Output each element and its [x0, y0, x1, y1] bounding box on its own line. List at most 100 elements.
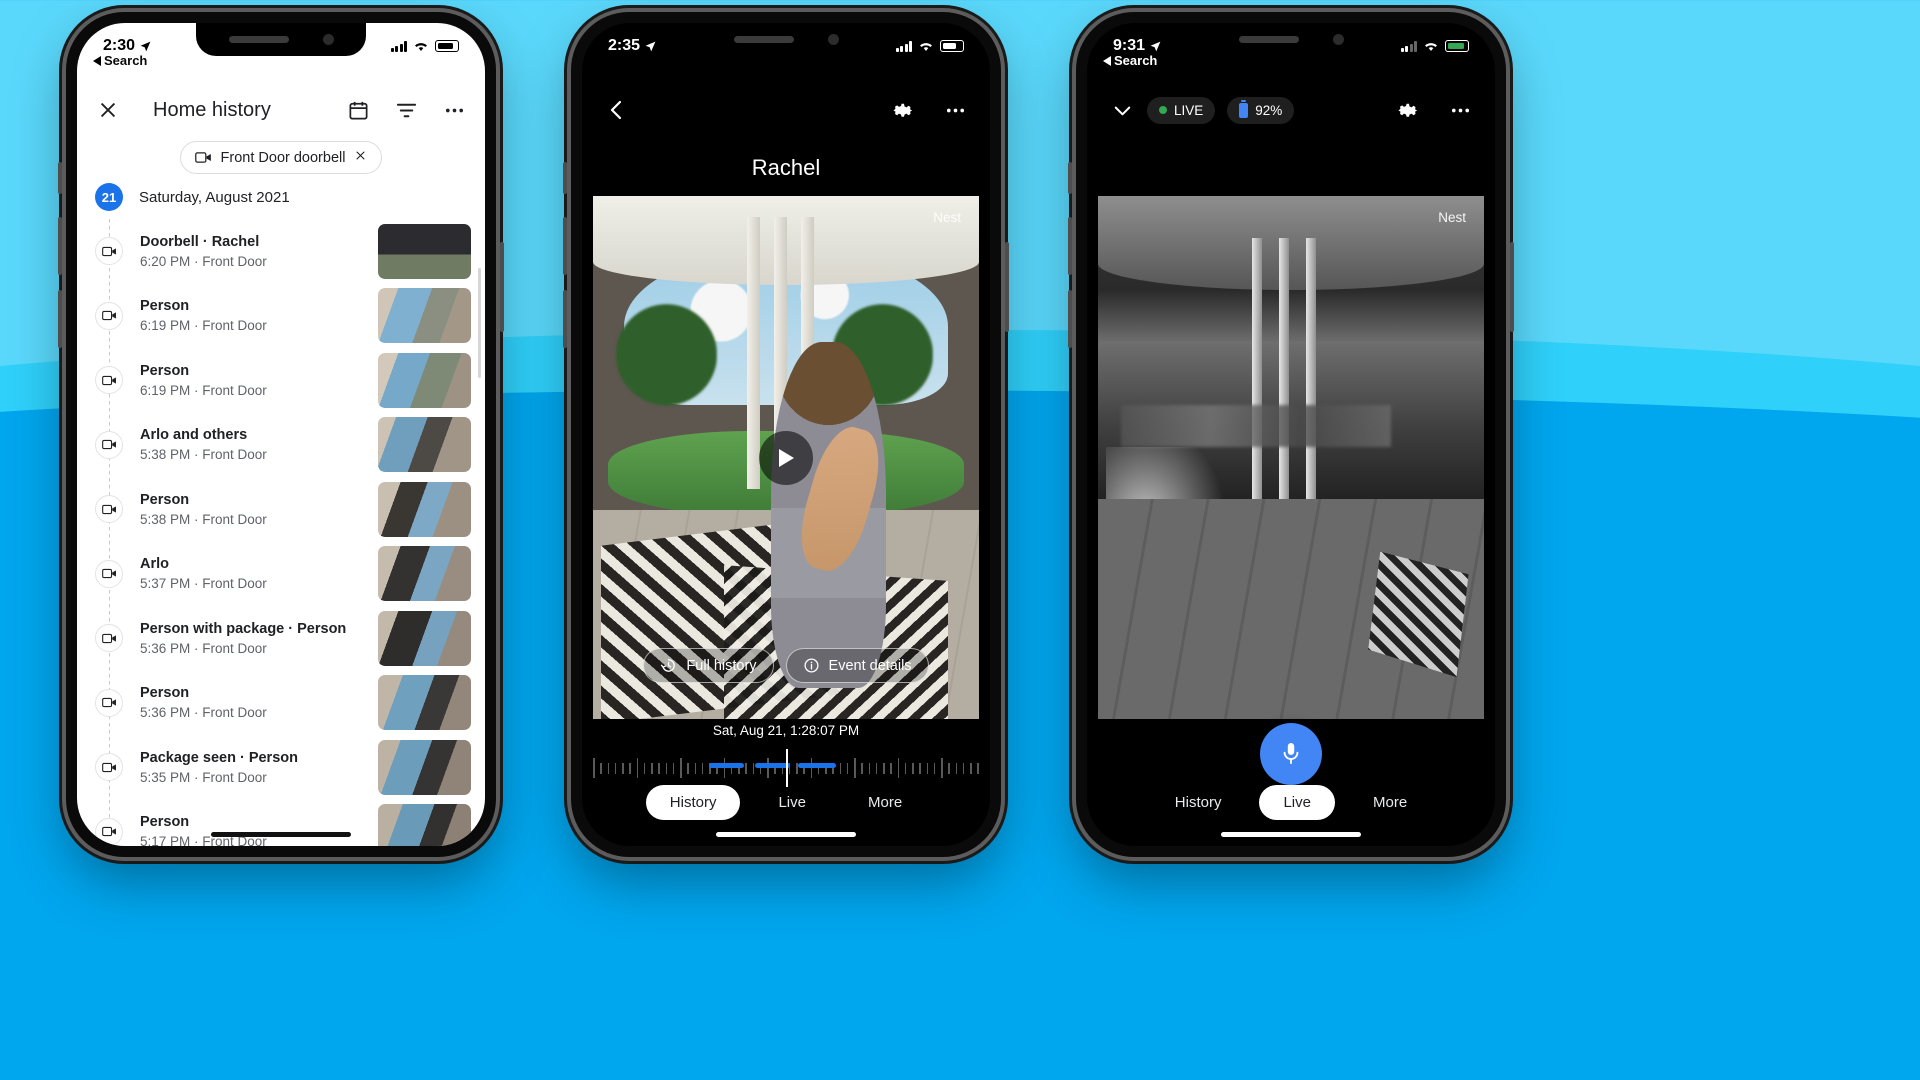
event-details-button[interactable]: Event details [785, 648, 929, 683]
power-button[interactable] [1005, 242, 1009, 332]
volume-down-button[interactable] [58, 290, 62, 348]
location-arrow-icon [645, 41, 656, 51]
close-icon [356, 151, 366, 160]
filter-chip-row: Front Door doorbell [77, 141, 485, 174]
volume-down-button[interactable] [563, 290, 567, 348]
tab-live[interactable]: Live [1259, 785, 1335, 820]
event-row[interactable]: Person 6:19 PM · Front Door [77, 284, 485, 349]
live-status-badge[interactable]: LIVE [1147, 96, 1216, 124]
event-thumbnail[interactable] [378, 481, 471, 537]
back-triangle-icon [1103, 55, 1111, 66]
event-meta: 6:20 PM · Front Door [140, 253, 267, 269]
event-thumbnail[interactable] [378, 546, 471, 602]
camera-icon [101, 504, 116, 514]
event-row[interactable]: Person 5:17 PM · Front Door [77, 800, 485, 846]
event-row[interactable]: Package seen · Person 5:35 PM · Front Doo… [77, 735, 485, 800]
event-thumbnail[interactable] [378, 417, 471, 473]
talk-microphone-button[interactable] [1260, 723, 1322, 785]
scrubber-tick [723, 758, 725, 778]
gear-icon [892, 103, 912, 117]
event-text: Person 6:19 PM · Front Door [140, 298, 378, 333]
scrubber-tick [593, 758, 595, 778]
settings-button[interactable] [890, 97, 916, 123]
event-type-icon-wrap [95, 753, 123, 782]
porch-ceiling [1098, 196, 1484, 291]
volume-up-button[interactable] [563, 217, 567, 275]
event-thumbnail[interactable] [378, 610, 471, 666]
event-thumbnail[interactable] [378, 675, 471, 731]
collapse-button[interactable] [1109, 97, 1135, 123]
event-row[interactable]: Person 5:38 PM · Front Door [77, 477, 485, 542]
tab-more[interactable]: More [844, 785, 926, 820]
scrubber-timestamp: Sat, Aug 21, 1:28:07 PM [712, 723, 860, 738]
power-button[interactable] [500, 242, 504, 332]
settings-button[interactable] [1395, 97, 1421, 123]
filter-button[interactable] [393, 97, 419, 123]
scrollbar-thumb[interactable] [478, 268, 481, 378]
full-history-button[interactable]: Full history [643, 648, 774, 683]
event-thumbnail[interactable] [378, 223, 471, 279]
tab-more[interactable]: More [1349, 785, 1431, 820]
event-row[interactable]: Person 6:19 PM · Front Door [77, 348, 485, 413]
tab-history[interactable]: History [1151, 785, 1246, 820]
home-indicator[interactable] [1221, 832, 1361, 837]
event-thumbnail[interactable] [378, 352, 471, 408]
volume-up-button[interactable] [1068, 217, 1072, 275]
clip-segment-3[interactable] [797, 763, 837, 768]
filter-chip-remove[interactable] [354, 149, 367, 166]
mute-switch[interactable] [58, 162, 62, 194]
event-thumbnail[interactable] [378, 288, 471, 344]
volume-down-button[interactable] [1068, 290, 1072, 348]
play-button[interactable] [759, 430, 813, 485]
bottom-tab-bar[interactable]: History Live More [582, 785, 990, 820]
tab-history[interactable]: History [645, 785, 741, 820]
event-thumbnail[interactable] [378, 804, 471, 846]
back-to-search-link[interactable]: Search [1103, 53, 1157, 68]
scrubber-playhead[interactable] [786, 749, 788, 787]
more-button[interactable] [1447, 97, 1473, 123]
event-row[interactable]: Person with package · Person 5:36 PM · Fr… [77, 606, 485, 671]
video-player[interactable]: Nest Full history Event details [593, 196, 979, 719]
close-button[interactable] [95, 97, 121, 123]
camera-icon [101, 246, 116, 256]
event-row[interactable]: Arlo 5:37 PM · Front Door [77, 542, 485, 607]
notch [1206, 23, 1376, 56]
event-row[interactable]: Person 5:36 PM · Front Door [77, 671, 485, 736]
back-button[interactable] [604, 97, 630, 123]
event-list[interactable]: Doorbell · Rachel 6:20 PM · Front Door Per… [77, 219, 485, 846]
live-video-feed[interactable]: Nest [1098, 196, 1484, 719]
earpiece-speaker [228, 36, 289, 43]
calendar-button[interactable] [345, 97, 371, 123]
clip-segment-1[interactable] [708, 763, 744, 768]
scrubber-tick [665, 762, 667, 774]
event-type-icon-wrap [95, 237, 123, 266]
volume-up-button[interactable] [58, 217, 62, 275]
signal-icon [895, 40, 912, 52]
battery-status-badge[interactable]: 92% [1227, 96, 1295, 124]
tab-live[interactable]: Live [754, 785, 830, 820]
mute-switch[interactable] [563, 162, 567, 194]
filter-chip-front-door[interactable]: Front Door doorbell [179, 141, 383, 174]
event-thumbnail[interactable] [378, 739, 471, 795]
event-row[interactable]: Arlo and others 5:38 PM · Front Door [77, 413, 485, 478]
mute-switch[interactable] [1068, 162, 1072, 194]
power-button[interactable] [1510, 242, 1514, 332]
clip-segment-2[interactable] [755, 763, 790, 768]
back-to-search-link[interactable]: Search [93, 53, 147, 68]
app-bar: Home history [77, 79, 485, 141]
scrubber-tick [745, 762, 747, 774]
scrubber-tick [868, 762, 870, 774]
gear-icon [1397, 103, 1417, 117]
bottom-tab-bar[interactable]: History Live More [1087, 785, 1495, 820]
more-icon [1451, 108, 1469, 112]
event-row[interactable]: Doorbell · Rachel 6:20 PM · Front Door [77, 219, 485, 284]
event-text: Arlo and others 5:38 PM · Front Door [140, 427, 378, 462]
event-type-icon-wrap [95, 301, 123, 330]
event-text: Person 6:19 PM · Front Door [140, 363, 378, 398]
more-button[interactable] [441, 97, 467, 123]
home-indicator[interactable] [211, 832, 351, 837]
home-indicator[interactable] [716, 832, 856, 837]
more-button[interactable] [942, 97, 968, 123]
scrubber-tick [970, 762, 972, 774]
camera-icon [101, 569, 116, 579]
